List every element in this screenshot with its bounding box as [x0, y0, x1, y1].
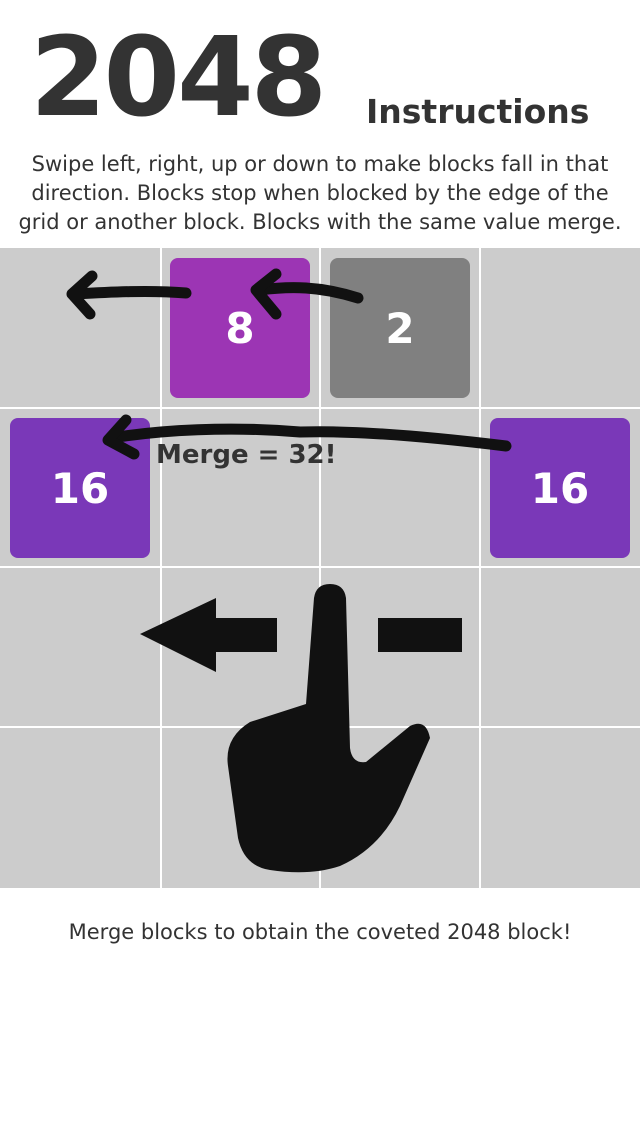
arrow-left-icon [140, 598, 462, 672]
merge-label: Merge = 32! [156, 440, 337, 470]
arrow-left-icon [66, 270, 192, 320]
footer-text: Merge blocks to obtain the coveted 2048 … [68, 920, 572, 944]
swipe-annotations [66, 268, 512, 873]
page-title: Instructions [366, 92, 590, 131]
game-logo: 2048 [30, 13, 327, 141]
arrow-left-icon [250, 268, 364, 320]
instructions-text: Swipe left, right, up or down to make bl… [18, 152, 622, 234]
game-board[interactable]: 8 2 16 16 Merge = 32! [0, 248, 640, 888]
